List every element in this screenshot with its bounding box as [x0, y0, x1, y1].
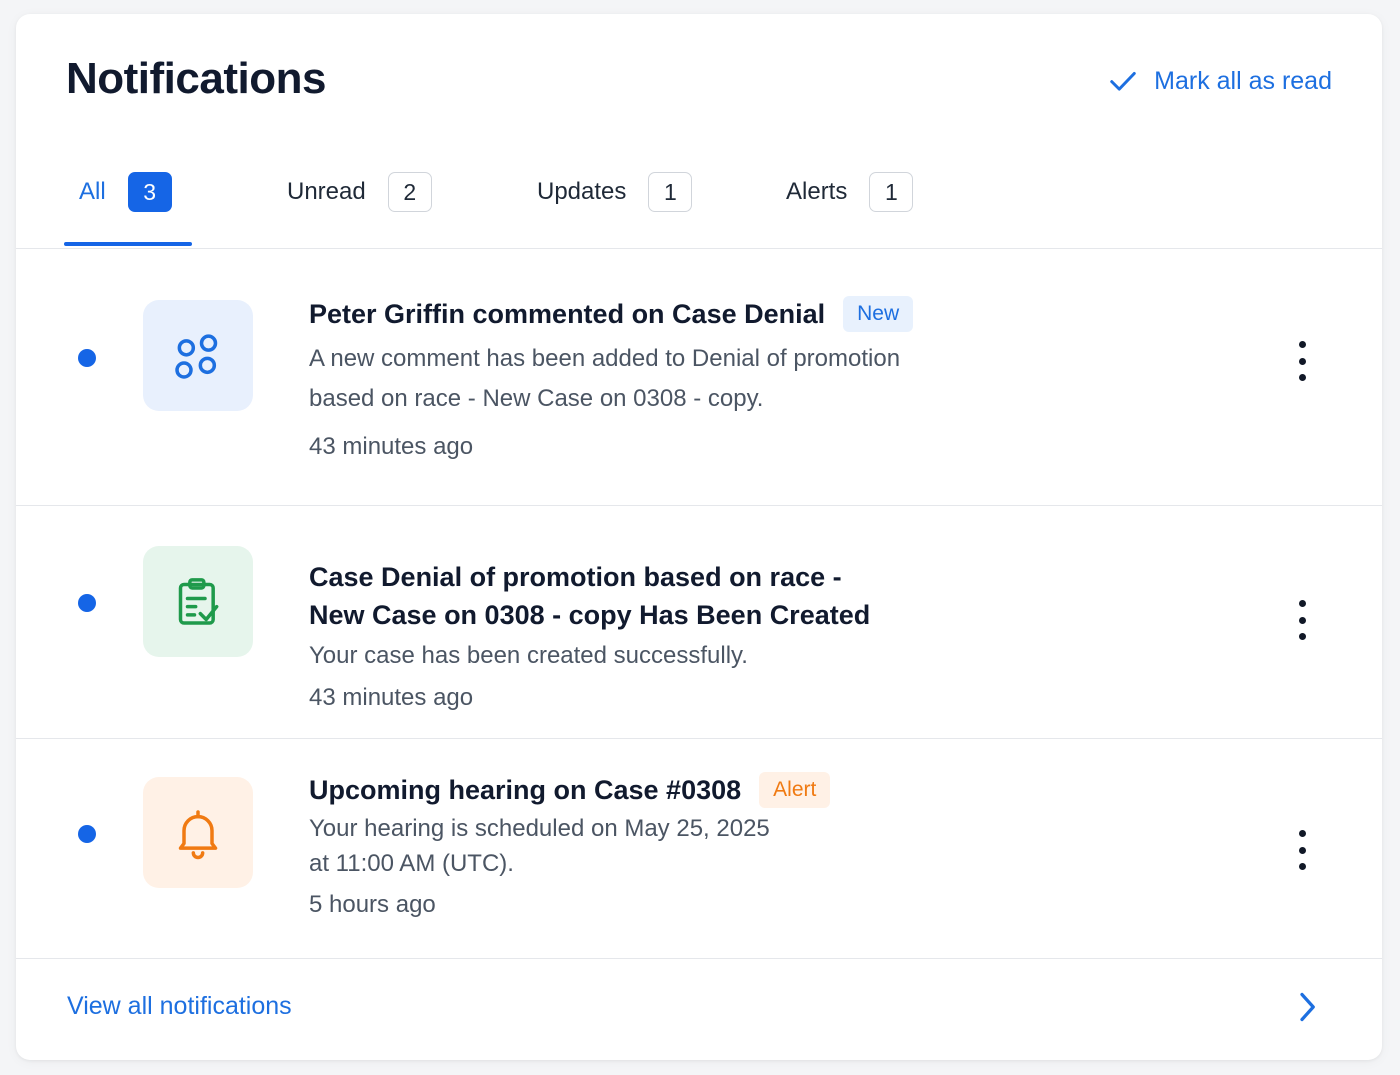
notification-item[interactable]: Peter Griffin commented on Case Denial N…	[16, 249, 1382, 506]
notifications-panel: Notifications Mark all as read All 3 Unr…	[16, 14, 1382, 1060]
tab-unread[interactable]: Unread 2	[287, 172, 432, 212]
notification-icon-box	[143, 546, 253, 657]
notification-item[interactable]: Case Denial of promotion based on race -…	[16, 506, 1382, 739]
mark-all-read-button[interactable]: Mark all as read	[1108, 66, 1332, 96]
alert-badge: Alert	[759, 772, 831, 808]
kebab-dot	[1298, 863, 1306, 870]
tab-updates[interactable]: Updates 1	[537, 172, 693, 212]
kebab-dot	[1298, 374, 1306, 381]
notification-time: 43 minutes ago	[309, 684, 474, 711]
tab-all[interactable]: All 3	[79, 172, 172, 212]
tab-bar: All 3 Unread 2 Updates 1 Alerts 1	[16, 154, 1382, 249]
more-options-button[interactable]	[1292, 600, 1312, 640]
notification-content: Case Denial of promotion based on race -…	[309, 558, 870, 712]
notification-title: Peter Griffin commented on Case Denial	[309, 299, 826, 329]
tab-unread-label: Unread	[287, 178, 366, 205]
clipboard-check-icon	[178, 577, 219, 625]
kebab-dot	[1298, 830, 1306, 837]
notification-content: Upcoming hearing on Case #0308 Alert You…	[309, 771, 831, 919]
view-all-notifications-link[interactable]: View all notifications	[67, 992, 292, 1021]
description-line: based on race - New Case on 0308 - copy.	[309, 385, 764, 412]
bell-icon	[178, 809, 218, 859]
notification-title-row: Peter Griffin commented on Case Denial N…	[309, 295, 914, 333]
notification-description: Your case has been created successfully.	[309, 636, 870, 676]
notification-title-row: Case Denial of promotion based on race -…	[309, 558, 870, 634]
notification-content: Peter Griffin commented on Case Denial N…	[309, 295, 914, 461]
unread-dot	[78, 825, 96, 843]
more-options-button[interactable]	[1292, 341, 1312, 381]
tab-updates-count: 1	[648, 172, 693, 212]
tab-alerts-label: Alerts	[786, 178, 848, 205]
tab-alerts[interactable]: Alerts 1	[786, 172, 914, 212]
page-title: Notifications	[66, 54, 326, 103]
more-options-button[interactable]	[1292, 830, 1312, 870]
kebab-dot	[1298, 600, 1306, 607]
nodes-icon	[175, 333, 218, 379]
chevron-right-icon[interactable]	[1292, 987, 1322, 1027]
panel-header: Notifications Mark all as read	[16, 14, 1382, 154]
notification-time: 43 minutes ago	[309, 433, 474, 460]
notification-title: New Case on 0308 - copy Has Been Created	[309, 600, 871, 630]
checkmark-icon	[1110, 72, 1136, 91]
tab-updates-label: Updates	[537, 178, 627, 205]
notification-time: 5 hours ago	[309, 891, 436, 918]
tab-all-label: All	[79, 178, 106, 205]
notification-icon-box	[143, 777, 253, 888]
unread-dot	[78, 349, 96, 367]
panel-footer: View all notifications	[16, 959, 1382, 1059]
description-line: Your case has been created successfully.	[309, 642, 748, 669]
mark-all-read-label: Mark all as read	[1154, 66, 1332, 95]
description-line: A new comment has been added to Denial o…	[309, 345, 901, 372]
notification-item[interactable]: Upcoming hearing on Case #0308 Alert You…	[16, 739, 1382, 959]
kebab-dot	[1298, 357, 1306, 365]
unread-dot	[78, 594, 96, 612]
active-tab-indicator	[64, 242, 192, 246]
description-line: Your hearing is scheduled on May 25, 202…	[309, 815, 770, 842]
tab-all-count: 3	[127, 172, 172, 212]
kebab-dot	[1298, 341, 1306, 348]
kebab-dot	[1298, 616, 1306, 624]
notification-description: A new comment has been added to Denial o…	[309, 339, 913, 419]
notification-title: Case Denial of promotion based on race -	[309, 562, 842, 592]
description-line: at 11:00 AM (UTC).	[309, 850, 514, 877]
notification-title: Upcoming hearing on Case #0308	[309, 775, 742, 805]
tab-unread-count: 2	[387, 172, 432, 212]
kebab-dot	[1298, 633, 1306, 640]
kebab-dot	[1298, 846, 1306, 854]
notification-icon-box	[143, 300, 253, 411]
new-badge: New	[843, 296, 914, 332]
tab-alerts-count: 1	[869, 172, 914, 212]
notification-description: Your hearing is scheduled on May 25, 202…	[309, 811, 830, 881]
notification-title-row: Upcoming hearing on Case #0308 Alert	[309, 771, 831, 809]
